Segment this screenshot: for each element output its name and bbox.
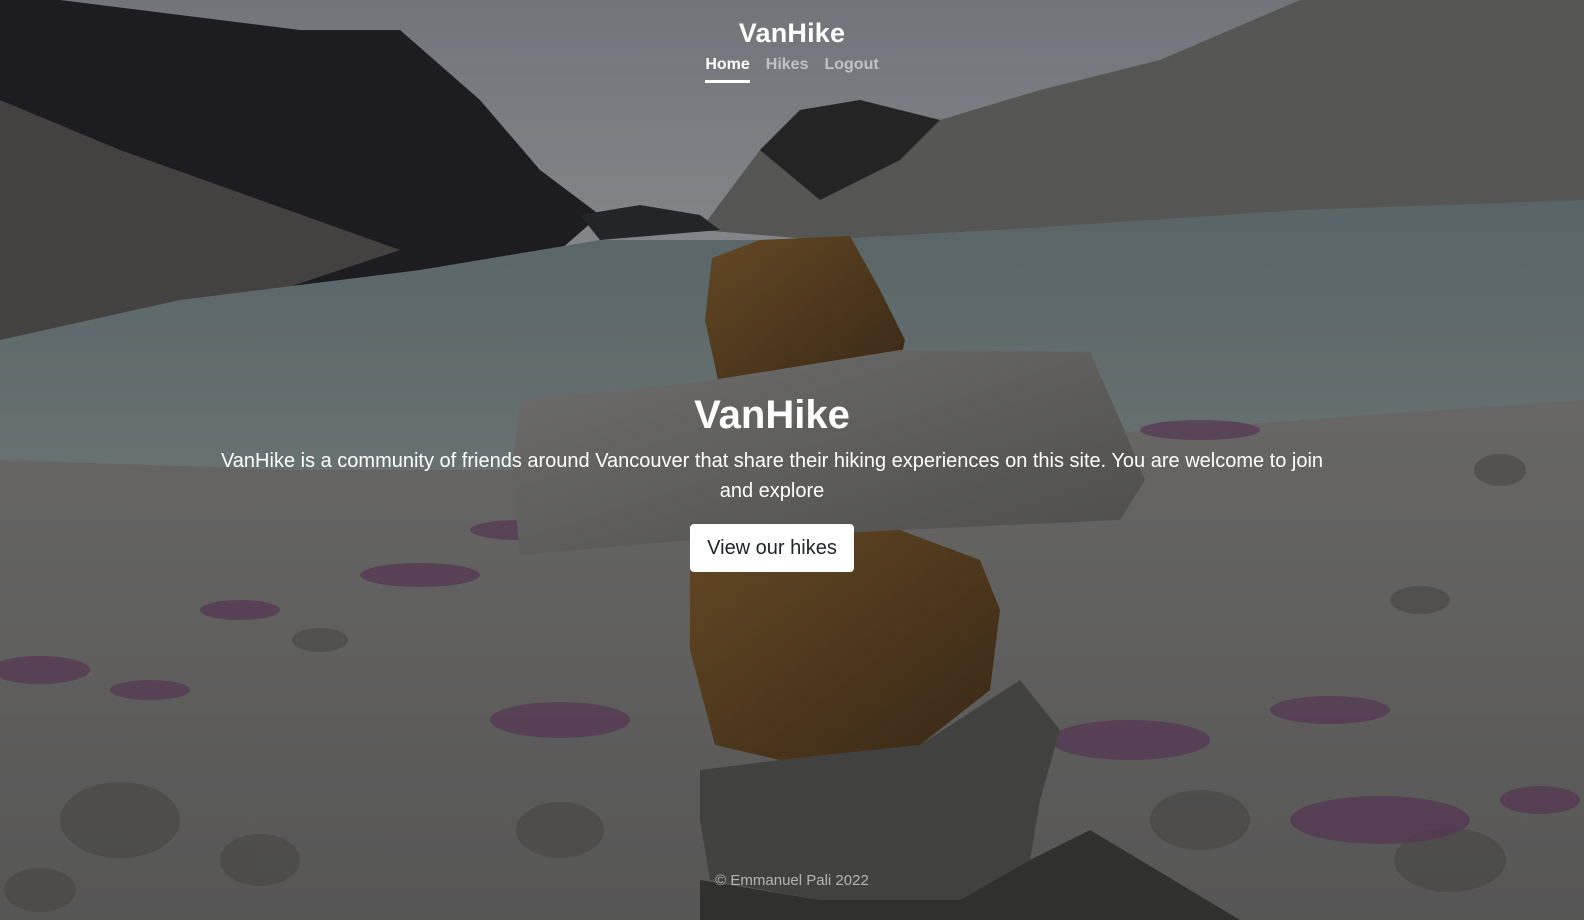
hero-lead-text: VanHike is a community of friends around… (220, 450, 1324, 502)
hero-title: VanHike (694, 393, 850, 437)
nav-link-hikes[interactable]: Hikes (766, 54, 809, 83)
hero-section: VanHike VanHike is a community of friend… (220, 390, 1324, 572)
main-nav: Home Hikes Logout (0, 54, 1584, 83)
copyright-text: © Emmanuel Pali 2022 (715, 872, 869, 889)
view-hikes-button[interactable]: View our hikes (690, 524, 854, 572)
site-header: VanHike Home Hikes Logout (0, 0, 1584, 83)
site-brand[interactable]: VanHike (0, 16, 1584, 50)
site-footer: © Emmanuel Pali 2022 (0, 872, 1584, 889)
nav-link-logout[interactable]: Logout (824, 54, 878, 83)
nav-link-home[interactable]: Home (705, 54, 750, 83)
